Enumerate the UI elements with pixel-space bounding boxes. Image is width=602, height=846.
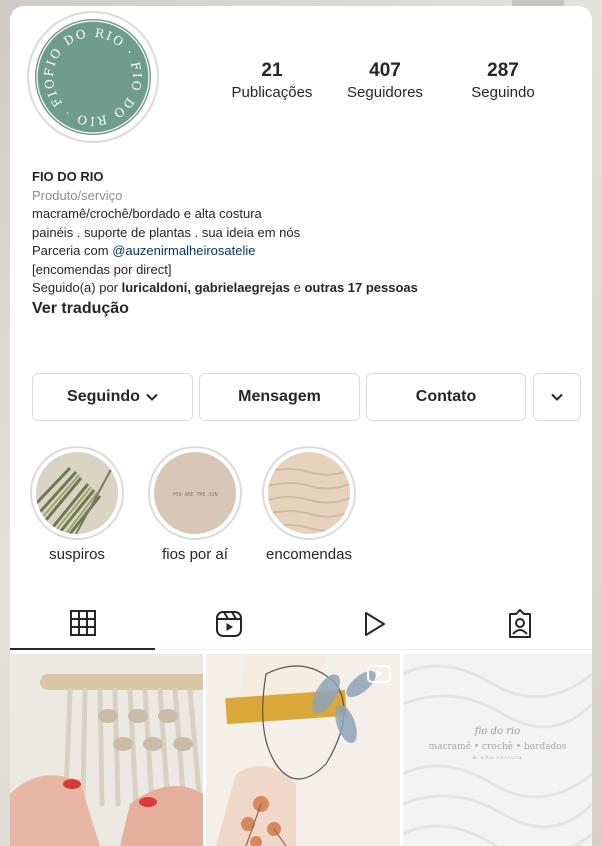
see-translation-link[interactable]: Ver tradução xyxy=(32,300,572,319)
profile-name: FIO DO RIO xyxy=(32,169,104,184)
highlight-suspiros[interactable]: suspiros xyxy=(27,446,127,563)
bio-line-4: [encomendas por direct] xyxy=(32,261,172,277)
bio-line-1: macramê/crochê/bordado e alta costura xyxy=(32,206,262,221)
post-thumbnail[interactable] xyxy=(206,654,400,846)
post-thumbnail[interactable] xyxy=(10,654,203,846)
followers-label: Seguidores xyxy=(347,84,423,101)
profile-screen: FIO DO RIO · FIO DO RIO · FIO DO RIO · 2… xyxy=(10,6,592,846)
tab-tagged[interactable] xyxy=(447,598,592,650)
tab-posts-grid[interactable] xyxy=(10,598,155,650)
tab-reels[interactable] xyxy=(156,598,301,650)
profile-avatar[interactable]: FIO DO RIO · FIO DO RIO · FIO DO RIO · xyxy=(35,19,151,135)
post-watermark-small: & alta costura xyxy=(472,755,523,761)
posts-grid: fio do rio macramê • crochê • bordados &… xyxy=(10,654,592,846)
followed-rest: outras 17 pessoas xyxy=(304,280,418,295)
followed-by-line[interactable]: Seguido(a) por luricaldoni, gabrielaegre… xyxy=(32,279,572,298)
post-thumbnail[interactable]: fio do rio macramê • crochê • bordados &… xyxy=(403,654,592,846)
chevron-down-icon xyxy=(146,393,158,401)
highlight-label: encomendas xyxy=(266,546,352,563)
highlight-fios-por-ai[interactable]: YOU ARE THE SUN fios por aí xyxy=(145,446,245,563)
following-button[interactable]: Seguindo xyxy=(32,373,193,421)
post-image-botanical xyxy=(206,654,400,846)
reels-icon xyxy=(215,611,242,637)
play-icon xyxy=(364,612,385,636)
grid-icon xyxy=(69,610,96,636)
message-button[interactable]: Mensagem xyxy=(199,373,360,421)
message-button-label: Mensagem xyxy=(238,388,321,405)
profile-tabs xyxy=(10,598,592,650)
tagged-icon xyxy=(508,609,531,638)
stat-followers[interactable]: 407 Seguidores xyxy=(330,60,440,103)
suggested-accounts-button[interactable] xyxy=(533,373,581,421)
following-button-label: Seguindo xyxy=(67,388,140,405)
post-watermark-subtitle: macramê • crochê • bordados xyxy=(428,742,567,752)
tab-videos[interactable] xyxy=(301,598,446,650)
avatar-logo: FIO DO RIO · FIO DO RIO · FIO DO RIO · xyxy=(35,19,151,135)
partner-prefix: Parceria com xyxy=(32,243,113,258)
posts-count: 21 xyxy=(261,60,283,81)
highlight-label: suspiros xyxy=(49,546,105,563)
followed-prefix: Seguido(a) por xyxy=(32,280,122,295)
following-label: Seguindo xyxy=(471,84,535,101)
chevron-down-icon xyxy=(551,393,563,401)
profile-category: Produto/serviço xyxy=(32,187,123,203)
highlight-ring xyxy=(262,446,356,540)
highlight-encomendas[interactable]: encomendas xyxy=(259,446,359,563)
bio-partner-line: Parceria com @auzenirmalheirosatelie xyxy=(32,242,572,261)
followed-names: luricaldoni, gabrielaegrejas xyxy=(121,280,290,295)
partner-handle-link[interactable]: @auzenirmalheirosatelie xyxy=(112,243,255,258)
highlight-cover-sand xyxy=(268,452,350,534)
post-watermark-title: fio do rio xyxy=(474,726,521,737)
followed-mid: e xyxy=(289,280,305,295)
stat-following[interactable]: 287 Seguindo xyxy=(450,60,556,103)
highlight-ring: YOU ARE THE SUN xyxy=(148,446,242,540)
highlight-cover-sun: YOU ARE THE SUN xyxy=(154,452,236,534)
highlight-image-text: YOU ARE THE SUN xyxy=(172,492,217,498)
contact-button-label: Contato xyxy=(415,388,477,405)
highlight-cover-palm xyxy=(36,452,118,534)
contact-button[interactable]: Contato xyxy=(366,373,526,421)
bio-line-2: painéis . suporte de plantas . sua ideia… xyxy=(32,224,301,240)
highlight-label: fios por aí xyxy=(162,546,228,563)
stat-posts[interactable]: 21 Publicações xyxy=(217,60,327,103)
profile-avatar-ring[interactable]: FIO DO RIO · FIO DO RIO · FIO DO RIO · xyxy=(27,11,159,143)
profile-bio: FIO DO RIO Produto/serviço macramê/croch… xyxy=(32,168,572,318)
followers-count: 407 xyxy=(369,60,401,81)
posts-label: Publicações xyxy=(231,84,313,101)
post-image-macrame xyxy=(10,654,203,846)
highlight-ring xyxy=(30,446,124,540)
following-count: 287 xyxy=(487,60,519,81)
